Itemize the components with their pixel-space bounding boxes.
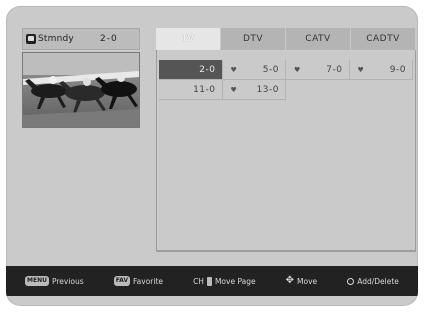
fav-key-icon: FAV <box>113 276 131 286</box>
channel-number: 11-0 <box>193 84 216 95</box>
hint-add-delete: Add/Delete <box>347 277 399 286</box>
hint-move-label: Move <box>297 276 318 286</box>
hint-favorite: FAV Favorite <box>113 276 164 286</box>
horse-race-preview-image <box>23 53 139 127</box>
tab-cadtv[interactable]: CADTV <box>351 28 416 50</box>
channel-number: 7-0 <box>326 64 343 75</box>
channel-grid: 2-0 ♥ 5-0 ♥ 7-0 ♥ 9-0 11-0 ♥ 13-0 <box>159 60 413 100</box>
channel-number: 2-0 <box>199 64 216 75</box>
hint-move: ✥ Move <box>286 276 318 286</box>
hint-favorite-label: Favorite <box>133 276 164 286</box>
favorite-heart-icon: ♥ <box>294 66 301 74</box>
antenna-mode: Stmndy <box>26 34 86 44</box>
mode-label: Stmndy <box>38 34 74 44</box>
hint-add-delete-label: Add/Delete <box>357 276 399 286</box>
help-bar: MENU Previous FAV Favorite CH Move Page … <box>6 266 418 296</box>
tab-dtv[interactable]: DTV <box>221 28 286 50</box>
enter-button-icon <box>347 277 355 285</box>
tab-catv[interactable]: CATV <box>286 28 351 50</box>
channel-rocker-icon <box>206 276 212 286</box>
hint-previous-label: Previous <box>51 276 84 286</box>
tab-tv[interactable]: TV <box>156 28 221 50</box>
channel-preview <box>22 52 140 128</box>
hint-move-page: CH Move Page <box>193 276 256 286</box>
channel-number: 9-0 <box>389 64 406 75</box>
ch-key-label: CH <box>193 276 204 286</box>
channel-type-tabs: TV DTV CATV CADTV <box>156 28 416 50</box>
favorite-heart-icon: ♥ <box>230 66 238 74</box>
favorite-heart-icon: ♥ <box>357 66 365 74</box>
direction-pad-icon: ✥ <box>285 275 295 286</box>
menu-key-icon: MENU <box>25 276 49 286</box>
channel-number: 13-0 <box>256 84 279 95</box>
channel-item[interactable]: 11-0 <box>159 80 223 100</box>
channel-item[interactable]: 2-0 <box>159 60 223 80</box>
channel-item[interactable]: ♥ 13-0 <box>222 80 286 100</box>
favorite-heart-icon: ♥ <box>230 86 238 94</box>
channel-header: Stmndy 2-0 <box>22 28 140 50</box>
channel-item[interactable]: ♥ 7-0 <box>286 60 350 80</box>
hint-previous: MENU Previous <box>25 276 84 286</box>
tv-mode-icon <box>26 34 36 44</box>
channel-list-panel: 2-0 ♥ 5-0 ♥ 7-0 ♥ 9-0 11-0 ♥ 13-0 <box>156 50 416 252</box>
channel-number: 5-0 <box>262 64 279 75</box>
channel-list-screen: Stmndy 2-0 TV DTV CATV CADTV 2-0 ♥ 5-0 ♥… <box>6 6 418 306</box>
channel-item[interactable]: ♥ 5-0 <box>222 60 286 80</box>
hint-move-page-label: Move Page <box>214 276 256 286</box>
current-channel: 2-0 <box>100 34 118 44</box>
channel-item[interactable]: ♥ 9-0 <box>349 60 413 80</box>
